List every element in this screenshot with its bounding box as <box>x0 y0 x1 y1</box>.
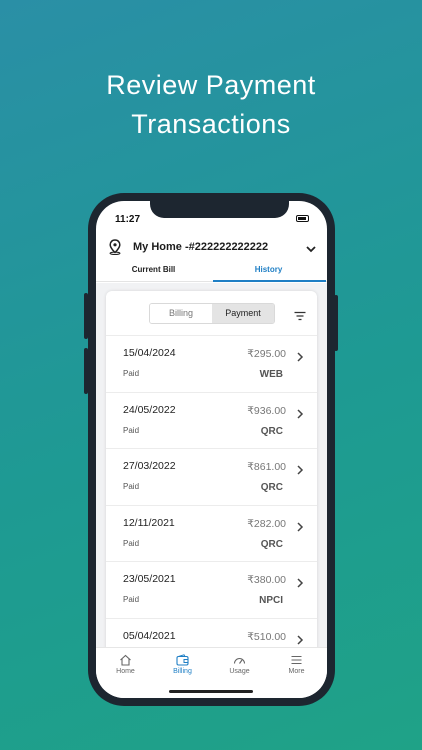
nav-usage-label: Usage <box>229 668 250 675</box>
home-indicator <box>169 690 253 693</box>
transaction-row[interactable]: 27/03/2022 ₹861.00 Paid QRC <box>106 448 317 505</box>
nav-home[interactable]: Home <box>97 654 154 675</box>
transaction-row[interactable]: 24/05/2022 ₹936.00 Paid QRC <box>106 391 317 449</box>
nav-billing[interactable]: Billing <box>154 654 211 675</box>
transaction-status: Paid <box>123 369 140 378</box>
toggle-billing-button[interactable]: Billing <box>150 304 212 323</box>
chevron-right-icon[interactable] <box>296 462 304 480</box>
transaction-method: QRC <box>260 482 283 493</box>
tab-history[interactable]: History <box>211 265 326 274</box>
home-icon <box>97 654 154 666</box>
chevron-right-icon[interactable] <box>296 406 304 424</box>
transaction-row[interactable]: 23/05/2021 ₹380.00 Paid NPCI <box>106 561 317 618</box>
transaction-date: 27/03/2022 <box>123 460 176 472</box>
transaction-list: 15/04/2024 ₹295.00 Paid WEB 24/05/2022 ₹… <box>106 335 317 663</box>
tab-current-bill[interactable]: Current Bill <box>96 265 211 274</box>
battery-icon <box>296 215 309 222</box>
chevron-right-icon[interactable] <box>296 575 304 593</box>
nav-home-label: Home <box>116 668 135 675</box>
transaction-date: 24/05/2022 <box>123 403 176 416</box>
nav-billing-label: Billing <box>173 668 192 675</box>
transaction-amount: ₹282.00 <box>247 517 286 530</box>
location-pin-icon <box>108 239 122 260</box>
gauge-icon <box>211 654 268 666</box>
status-time: 11:27 <box>115 214 141 225</box>
transaction-status: Paid <box>123 595 140 604</box>
transaction-date: 23/05/2021 <box>123 573 176 585</box>
account-title: My Home -#222222222222 <box>133 241 269 253</box>
wallet-icon <box>154 654 211 666</box>
transaction-date: 12/11/2021 <box>123 516 175 529</box>
nav-more[interactable]: More <box>268 654 325 675</box>
transaction-status: Paid <box>123 538 140 548</box>
promo-title-line1: Review Payment <box>106 70 316 100</box>
transaction-method: QRC <box>260 425 283 437</box>
chevron-right-icon[interactable] <box>296 519 304 537</box>
chevron-right-icon[interactable] <box>296 349 304 367</box>
filter-icon[interactable] <box>294 308 306 326</box>
billing-payment-toggle: Billing Payment <box>149 303 275 324</box>
history-card: Billing Payment 15/04/2024 ₹295.00 Paid … <box>106 291 317 663</box>
transaction-status: Paid <box>123 482 140 491</box>
bill-tabs: Current Bill History <box>96 261 327 282</box>
menu-icon <box>268 654 325 666</box>
phone-frame: 11:27 My Home -#222222222222 Current Bil… <box>88 193 335 706</box>
transaction-amount: ₹510.00 <box>247 630 286 643</box>
toggle-payment-button[interactable]: Payment <box>212 304 274 323</box>
transaction-date: 15/04/2024 <box>123 347 176 359</box>
transaction-amount: ₹380.00 <box>247 574 286 586</box>
promo-title: Review Payment Transactions <box>0 66 422 144</box>
nav-usage[interactable]: Usage <box>211 654 268 675</box>
promo-title-line2: Transactions <box>131 109 291 139</box>
transaction-row[interactable]: 15/04/2024 ₹295.00 Paid WEB <box>106 335 317 392</box>
phone-screen: 11:27 My Home -#222222222222 Current Bil… <box>96 201 327 698</box>
transaction-method: NPCI <box>259 595 283 606</box>
transaction-date: 05/04/2021 <box>123 629 176 642</box>
transaction-status: Paid <box>123 425 140 435</box>
active-tab-indicator <box>213 280 326 282</box>
phone-notch <box>150 201 289 218</box>
transaction-row[interactable]: 12/11/2021 ₹282.00 Paid QRC <box>106 504 317 562</box>
transaction-method: WEB <box>259 369 283 380</box>
transaction-amount: ₹936.00 <box>247 404 286 417</box>
transaction-amount: ₹861.00 <box>247 461 286 473</box>
chevron-down-icon[interactable] <box>305 241 317 259</box>
account-header[interactable]: My Home -#222222222222 <box>96 236 327 260</box>
nav-more-label: More <box>288 668 305 675</box>
transaction-amount: ₹295.00 <box>247 348 286 360</box>
transaction-method: QRC <box>260 538 283 550</box>
